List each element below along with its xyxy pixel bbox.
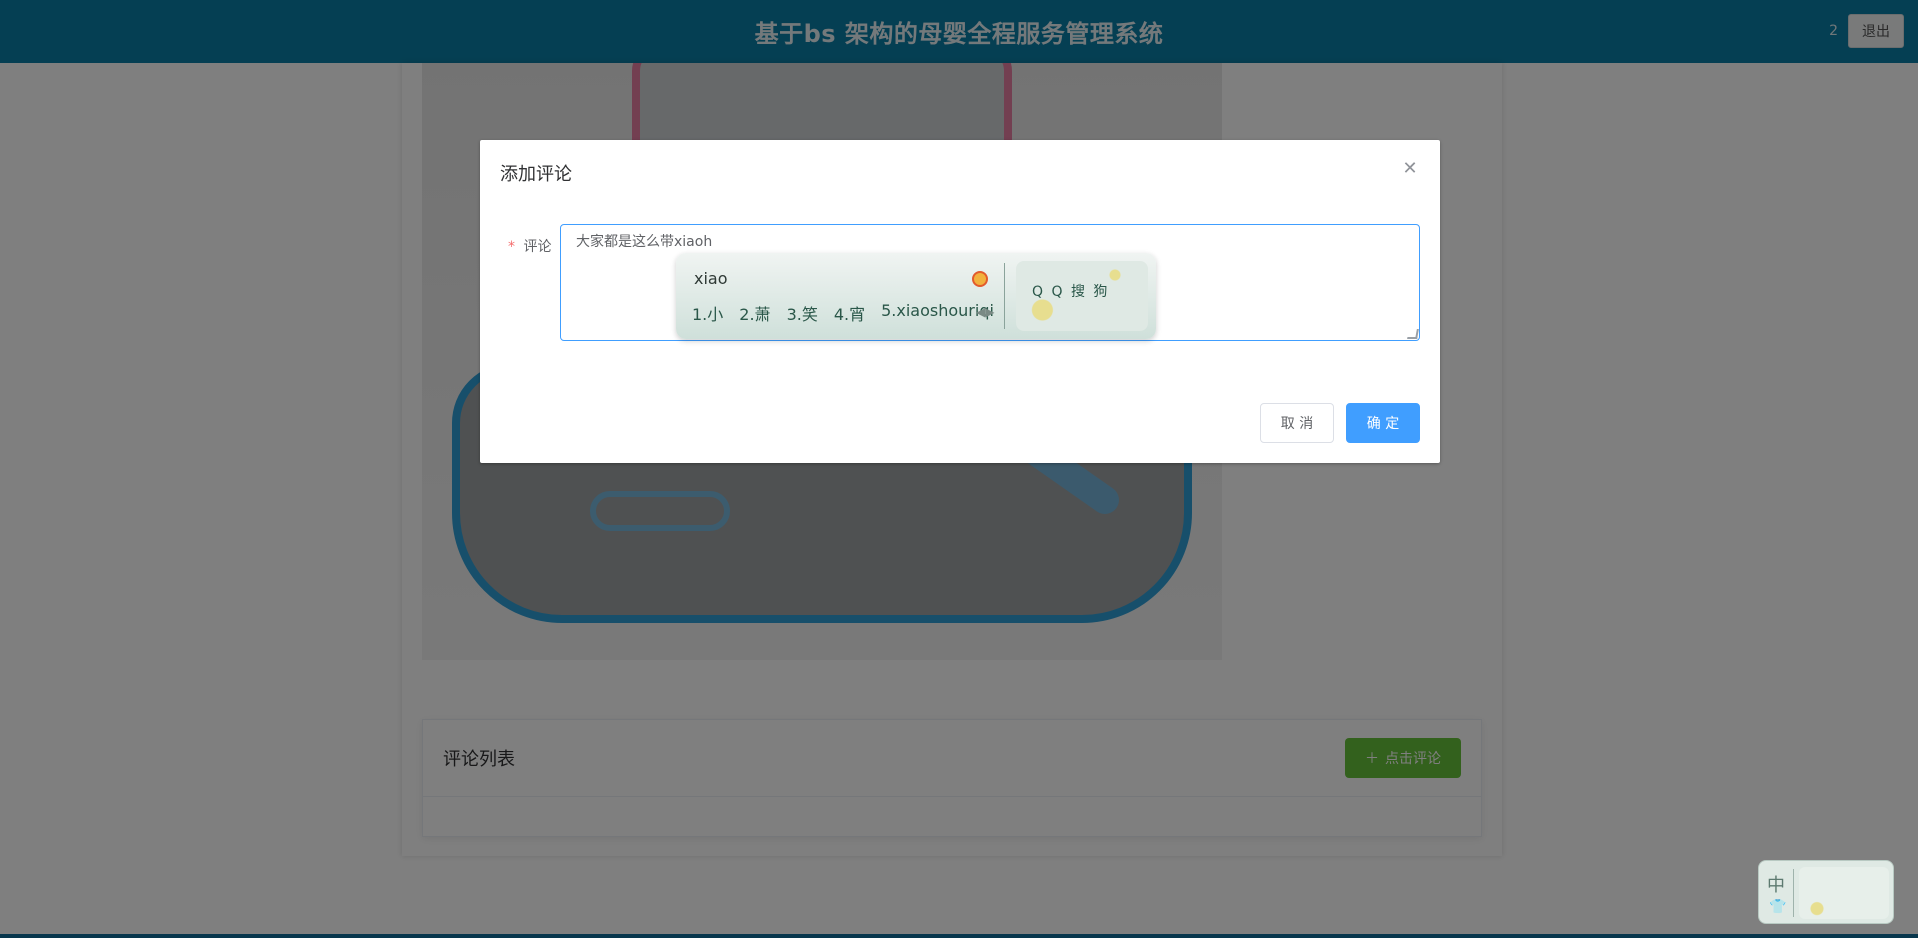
ime-status-bar[interactable]: 中 👕 — [1758, 860, 1894, 924]
page-arrows-icon[interactable]: ◀▶ — [976, 305, 994, 319]
ime-candidate-window: xiao 1.小 2.萧 3.笑 4.宵 5.xiaoshouriqi ◀▶ Q… — [676, 253, 1156, 339]
ime-candidate[interactable]: 1.小 — [692, 301, 723, 325]
close-icon[interactable]: ✕ — [1400, 158, 1420, 179]
ime-candidate[interactable]: 2.萧 — [739, 301, 770, 325]
emoji-icon[interactable] — [972, 271, 988, 287]
required-mark: * — [508, 239, 515, 255]
ime-status-divider — [1793, 869, 1794, 917]
comment-field-label: * 评论 — [508, 236, 551, 256]
ime-mode-toggle[interactable]: 中 — [1767, 871, 1785, 897]
comment-label-text: 评论 — [523, 239, 552, 255]
ime-skin-art: Q Q 搜 狗 — [1016, 261, 1148, 331]
ime-candidate[interactable]: 4.宵 — [834, 301, 865, 325]
confirm-button[interactable]: 确 定 — [1346, 403, 1420, 443]
ime-candidate[interactable]: 3.笑 — [787, 301, 818, 325]
ime-composition: xiao — [694, 269, 728, 288]
ime-candidate-list: 1.小 2.萧 3.笑 4.宵 5.xiaoshouriqi — [692, 301, 994, 325]
ime-divider — [1004, 263, 1005, 329]
resize-handle-icon[interactable] — [1407, 329, 1419, 339]
dialog-title: 添加评论 — [500, 164, 572, 185]
dialog-footer: 取 消 确 定 — [1260, 403, 1420, 443]
cancel-button[interactable]: 取 消 — [1260, 403, 1334, 443]
shirt-icon[interactable]: 👕 — [1769, 899, 1786, 915]
ime-skin-thumbnail — [1799, 867, 1889, 919]
ime-skin-text: Q Q 搜 狗 — [1032, 284, 1110, 300]
